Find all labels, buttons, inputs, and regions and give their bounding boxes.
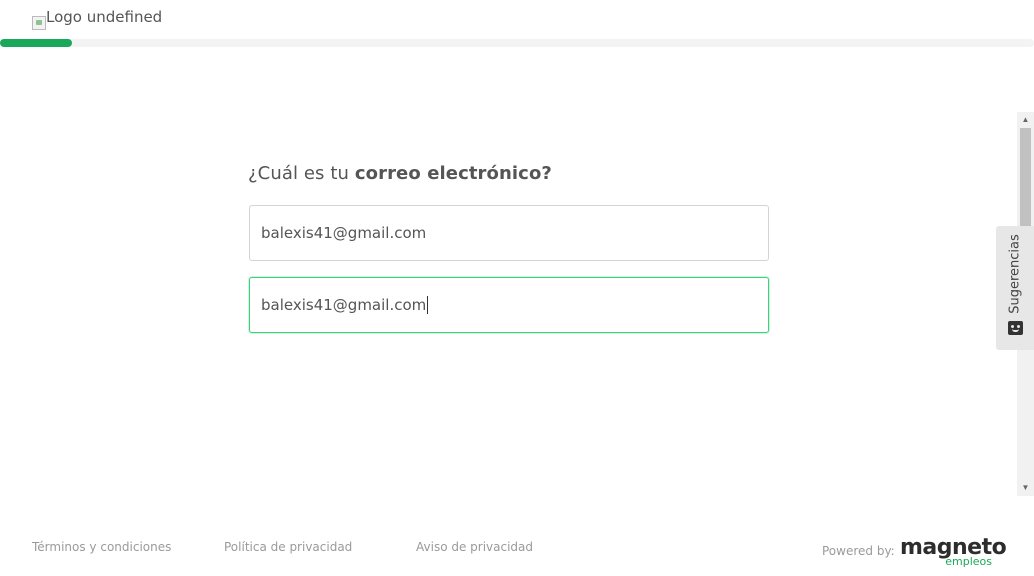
question-prefix: ¿Cuál es tu (248, 163, 355, 184)
magneto-logo[interactable]: magneto empleos (900, 535, 1007, 570)
brand-sub: empleos (945, 555, 992, 568)
broken-image-icon (32, 16, 46, 30)
email-field[interactable]: balexis41@gmail.com (249, 205, 769, 261)
email-field-value: balexis41@gmail.com (261, 224, 427, 242)
feedback-label: Sugerencias (1007, 234, 1023, 314)
progress-bar (0, 39, 1034, 47)
logo: Logo undefined (32, 8, 162, 30)
powered-by-label: Powered by: (822, 544, 895, 558)
privacy-policy-link[interactable]: Política de privacidad (224, 540, 352, 554)
progress-fill (0, 39, 73, 47)
question-heading: ¿Cuál es tu correo electrónico? (248, 163, 552, 184)
scroll-up-icon[interactable]: ▲ (1017, 112, 1034, 128)
email-confirm-field[interactable]: balexis41@gmail.com (249, 277, 769, 333)
terms-link[interactable]: Términos y condiciones (32, 540, 171, 554)
question-bold: correo electrónico? (354, 163, 552, 184)
feedback-tab[interactable]: Sugerencias (996, 226, 1034, 350)
text-caret (427, 296, 429, 314)
smiley-face-icon (1008, 321, 1023, 335)
logo-alt-text: Logo undefined (46, 8, 163, 26)
privacy-notice-link[interactable]: Aviso de privacidad (416, 540, 533, 554)
email-confirm-field-value: balexis41@gmail.com (261, 296, 427, 314)
scroll-down-icon[interactable]: ▼ (1017, 480, 1034, 496)
